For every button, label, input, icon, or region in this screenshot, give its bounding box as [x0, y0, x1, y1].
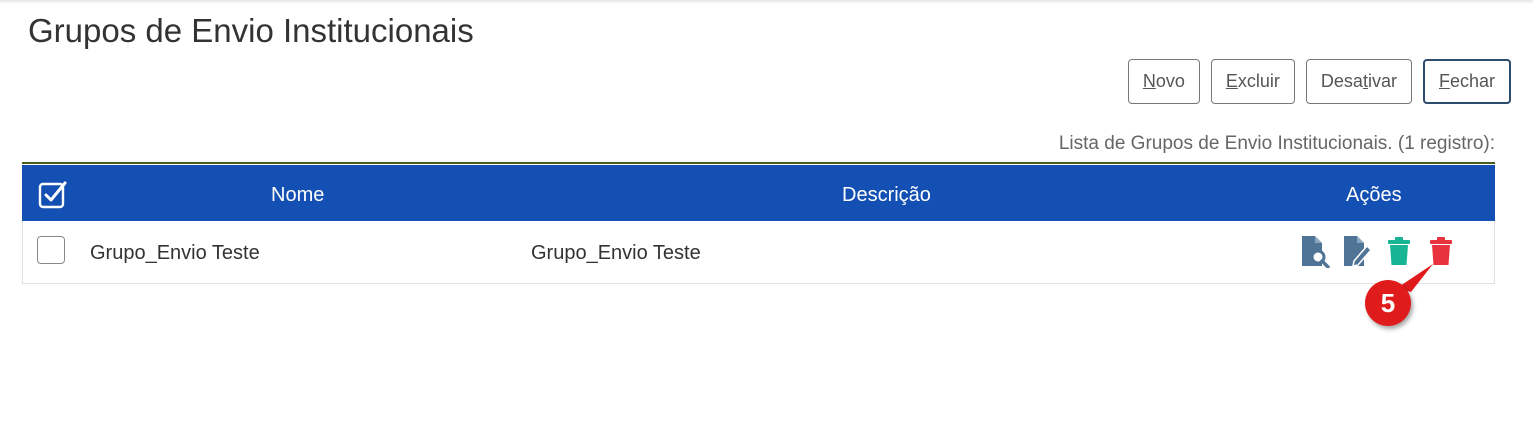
header-acoes: Ações: [1346, 184, 1402, 206]
desativar-button[interactable]: Desa t ivar: [1305, 59, 1412, 104]
excluir-label-rest: xcluir: [1237, 71, 1280, 91]
toolbar: Novo Excluir Desa t ivar Fechar: [1127, 59, 1511, 104]
fechar-label-rest: echar: [1449, 71, 1495, 91]
document-search-icon[interactable]: [1300, 233, 1330, 269]
row-checkbox[interactable]: [37, 236, 65, 264]
row-description: Grupo_Envio Teste: [531, 242, 701, 264]
fechar-accesskey: F: [1438, 71, 1450, 91]
excluir-button[interactable]: Excluir: [1210, 59, 1295, 104]
select-all-checkbox-icon[interactable]: [38, 179, 68, 215]
excluir-accesskey: E: [1225, 71, 1238, 91]
fechar-button[interactable]: Fechar: [1422, 59, 1511, 104]
novo-accesskey: N: [1142, 71, 1156, 91]
groups-table: Nome Descrição Ações Grupo_Envio Teste G…: [22, 162, 1495, 284]
document-edit-icon[interactable]: [1342, 233, 1372, 269]
table-header: Nome Descrição Ações: [22, 165, 1495, 221]
table-caption: Lista de Grupos de Envio Institucionais.…: [1058, 133, 1495, 154]
novo-label-rest: ovo: [1155, 71, 1185, 91]
top-shadow: [0, 0, 1533, 4]
row-name: Grupo_Envio Teste: [90, 242, 260, 264]
novo-button[interactable]: Novo: [1127, 59, 1200, 104]
desativar-label-rest: ivar: [1367, 71, 1397, 91]
header-descricao[interactable]: Descrição: [842, 184, 931, 207]
page-title: Grupos de Envio Institucionais: [28, 12, 474, 49]
desativar-label-prefix: Desa: [1320, 71, 1363, 91]
table-row: Grupo_Envio Teste Grupo_Envio Teste: [22, 221, 1495, 284]
step-badge: 5: [1365, 280, 1411, 326]
header-nome[interactable]: Nome: [271, 184, 324, 207]
table-top-divider: [22, 162, 1495, 164]
